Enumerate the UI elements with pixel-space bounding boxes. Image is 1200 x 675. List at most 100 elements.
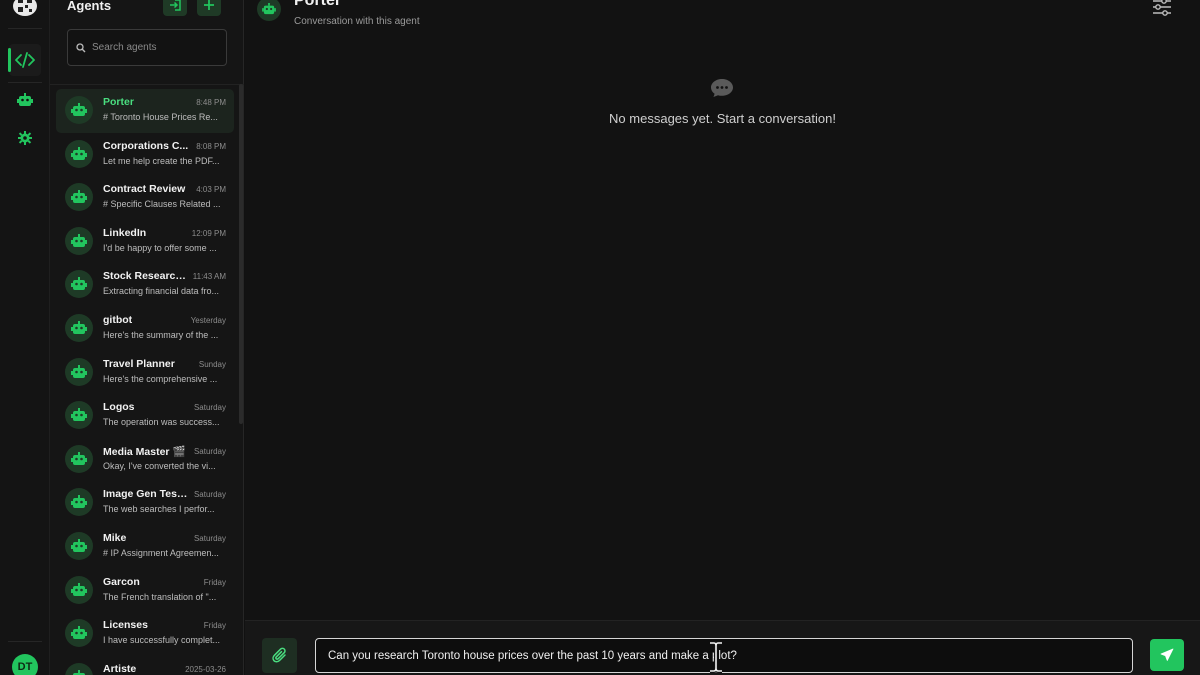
agent-item[interactable]: Stock Research... 11:43 AM Extracting fi… (56, 263, 234, 307)
agent-name: Garcon (103, 575, 140, 588)
attach-button[interactable] (262, 638, 297, 673)
search-input[interactable] (92, 42, 212, 53)
robot-icon (65, 531, 93, 560)
agent-item[interactable]: Porter 8:48 PM # Toronto House Prices Re… (56, 89, 234, 133)
agent-time: 8:08 PM (196, 141, 226, 151)
agent-name: Logos (103, 401, 135, 414)
agent-time: 8:48 PM (196, 98, 226, 107)
agent-time: Saturday (193, 533, 226, 543)
nav-rail: DT (0, 0, 50, 675)
robot-icon (65, 662, 93, 675)
agent-preview: Okay, I've converted the vi... (103, 460, 216, 471)
settings-nav-button[interactable] (9, 122, 41, 154)
code-icon (15, 52, 35, 68)
paperclip-icon (271, 647, 286, 663)
agent-item[interactable]: gitbot Yesterday Here's the summary of t… (56, 307, 234, 351)
robot-icon (257, 0, 281, 21)
plus-icon (204, 0, 214, 10)
agent-time: Saturday (193, 403, 226, 413)
qr-logo-icon[interactable] (13, 0, 37, 16)
agent-time: 2025-03-26 (185, 664, 226, 674)
login-icon (170, 0, 181, 11)
agent-item[interactable]: LinkedIn 12:09 PM I'd be happy to offer … (56, 220, 234, 264)
agent-item[interactable]: Garcon Friday The French translation of … (56, 569, 234, 613)
import-agent-button[interactable] (163, 0, 187, 16)
robot-icon (65, 401, 93, 430)
agent-name: gitbot (103, 313, 133, 326)
agent-item[interactable]: Travel Planner Sunday Here's the compreh… (56, 351, 234, 395)
agent-name: Licenses (103, 619, 148, 632)
rail-divider (8, 28, 42, 29)
agent-item[interactable]: Licenses Friday I have successfully comp… (56, 612, 234, 656)
agent-time: Saturday (193, 446, 226, 456)
robot-icon (65, 270, 93, 299)
gear-icon (18, 131, 32, 145)
robot-icon (65, 444, 93, 473)
agent-name: Contract Review (103, 183, 186, 196)
agent-preview: The French translation of "... (103, 591, 217, 602)
agent-name: Mike (103, 531, 127, 544)
chat-subtitle: Conversation with this agent (294, 16, 420, 27)
robot-icon (65, 313, 93, 342)
agent-name: Stock Research... (103, 270, 189, 283)
agent-list-scrollbar[interactable] (239, 84, 243, 424)
agent-name: LinkedIn (103, 226, 147, 239)
agent-time: Friday (203, 577, 226, 587)
chat-area: Porter Conversation with this agent No m… (245, 0, 1200, 675)
robot-icon (65, 357, 93, 386)
agent-preview: The web searches I perfor... (103, 504, 215, 515)
agent-item[interactable]: Logos Saturday The operation was success… (56, 394, 234, 438)
agent-preview: The operation was success... (103, 417, 220, 428)
add-agent-button[interactable] (197, 0, 221, 16)
send-button[interactable] (1150, 639, 1184, 671)
agent-name: Corporations C... (103, 139, 189, 152)
robot-icon (65, 575, 93, 604)
agent-preview: # IP Assignment Agreemen... (103, 547, 219, 558)
robot-icon (65, 96, 93, 124)
agent-name: Travel Planner (103, 357, 175, 370)
agent-time: Saturday (193, 490, 226, 500)
code-nav-button[interactable] (8, 44, 41, 76)
robot-icon (65, 619, 93, 648)
user-avatar[interactable]: DT (12, 654, 38, 675)
agent-time: Sunday (198, 359, 226, 369)
agent-name: Media Master 🎬 (103, 445, 186, 458)
agent-item[interactable]: Artiste 2025-03-26 (56, 656, 234, 675)
search-icon (76, 42, 86, 52)
agent-name: Image Gen Test... (103, 488, 189, 501)
search-box (67, 29, 227, 66)
agents-nav-button[interactable] (9, 84, 41, 116)
agent-item[interactable]: Corporations C... 8:08 PM Let me help cr… (56, 133, 234, 177)
agent-item[interactable]: Image Gen Test... Saturday The web searc… (56, 481, 234, 525)
agent-time: 12:09 PM (191, 228, 226, 238)
agent-item[interactable]: Mike Saturday # IP Assignment Agreemen..… (56, 525, 234, 569)
agent-item[interactable]: Media Master 🎬 Saturday Okay, I've conve… (56, 438, 234, 482)
agent-list: Porter 8:48 PM # Toronto House Prices Re… (56, 89, 234, 675)
agents-panel: Agents Porter 8:48 PM # Toronto House Pr… (50, 0, 244, 675)
robot-icon (65, 226, 93, 255)
agent-settings-button[interactable] (1151, 0, 1173, 18)
agent-preview: I have successfully complet... (103, 635, 221, 646)
sliders-icon (1153, 0, 1171, 16)
rail-divider (8, 641, 42, 642)
agent-time: 11:43 AM (192, 272, 226, 282)
agent-item[interactable]: Contract Review 4:03 PM # Specific Claus… (56, 176, 234, 220)
text-cursor-icon (710, 641, 722, 673)
send-icon (1160, 648, 1174, 661)
agent-time: Yesterday (190, 315, 226, 325)
agent-preview: # Specific Clauses Related ... (103, 199, 221, 210)
robot-icon (65, 139, 93, 168)
agent-time: 4:03 PM (196, 185, 226, 195)
robot-icon (65, 183, 93, 212)
agent-name: Porter (103, 96, 134, 108)
agent-preview: Here's the comprehensive ... (103, 373, 218, 384)
agents-title: Agents (67, 0, 112, 13)
agent-preview: I'd be happy to offer some ... (103, 242, 217, 253)
panel-divider (50, 84, 244, 85)
robot-icon (65, 488, 93, 517)
agent-name: Artiste (103, 662, 137, 675)
agent-preview: # Toronto House Prices Re... (103, 112, 218, 122)
agent-preview: Extracting financial data fro... (103, 286, 220, 297)
empty-state-message: No messages yet. Start a conversation! (609, 111, 836, 126)
agent-preview: Here's the summary of the ... (103, 329, 219, 340)
